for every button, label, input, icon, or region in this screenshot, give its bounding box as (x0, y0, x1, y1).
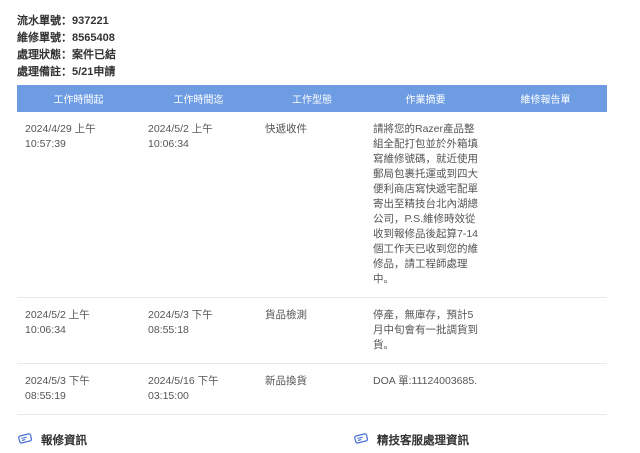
repair-number-value: 8565408 (72, 32, 115, 44)
cell-report (484, 298, 607, 364)
remark-value: 5/21申請 (72, 66, 115, 78)
table-row: 2024/4/29 上午 10:57:39 2024/5/2 上午 10:06:… (17, 112, 607, 298)
detail-sections: 報修資訊 報修日期 商品型號 精技客服處理資訊 (17, 430, 640, 453)
cell-summary: DOA 單:11124003685. (367, 364, 484, 415)
column-header-summary: 作業摘要 (367, 85, 484, 112)
table-row: 2024/5/2 上午 10:06:34 2024/5/3 下午 08:55:1… (17, 298, 607, 364)
cell-work-type: 快遞收件 (257, 112, 367, 298)
table-header-row: 工作時間起 工作時間迄 工作型態 作業摘要 維修報告單 (17, 85, 607, 112)
serial-number-label: 流水單號 (17, 15, 61, 27)
column-header-report: 維修報告單 (484, 85, 607, 112)
memo-icon (353, 430, 369, 449)
remark-label: 處理備註 (17, 66, 61, 78)
status-value: 案件已結 (72, 49, 116, 61)
status-line: 處理狀態：案件已結 (17, 47, 640, 64)
repair-number-label: 維修單號 (17, 32, 61, 44)
cell-start-time: 2024/4/29 上午 10:57:39 (17, 112, 140, 298)
cell-end-time: 2024/5/3 下午 08:55:18 (140, 298, 257, 364)
cell-work-type: 貨品檢測 (257, 298, 367, 364)
cell-start-time: 2024/5/2 上午 10:06:34 (17, 298, 140, 364)
serial-number-value: 937221 (72, 15, 109, 27)
column-header-end-time: 工作時間迄 (140, 85, 257, 112)
cell-end-time: 2024/5/2 上午 10:06:34 (140, 112, 257, 298)
colon: ： (61, 32, 72, 44)
colon: ： (61, 66, 72, 78)
cell-summary: 停產，無庫存，預計5月中旬會有一批調貨到貨。 (367, 298, 484, 364)
serial-number-line: 流水單號：937221 (17, 13, 640, 30)
cell-summary: 請將您的Razer產品整組全配打包並於外箱填寫維修號碼，就近使用郵局包裹托運或到… (367, 112, 484, 298)
column-header-work-type: 工作型態 (257, 85, 367, 112)
colon: ： (61, 49, 72, 61)
service-info-title-text: 精技客服處理資訊 (377, 432, 469, 448)
service-info-title: 精技客服處理資訊 (353, 430, 613, 449)
table-row: 2024/5/3 下午 08:55:19 2024/5/16 下午 03:15:… (17, 364, 607, 415)
colon: ： (61, 15, 72, 27)
column-header-start-time: 工作時間起 (17, 85, 140, 112)
repair-info-title: 報修資訊 (17, 430, 277, 449)
repair-info-title-text: 報修資訊 (41, 432, 87, 448)
order-summary: 流水單號：937221 維修單號：8565408 處理狀態：案件已結 處理備註：… (0, 0, 640, 81)
cell-start-time: 2024/5/3 下午 08:55:19 (17, 364, 140, 415)
status-label: 處理狀態 (17, 49, 61, 61)
cell-report (484, 364, 607, 415)
work-log-table: 工作時間起 工作時間迄 工作型態 作業摘要 維修報告單 2024/4/29 上午… (17, 85, 607, 415)
service-info-section: 精技客服處理資訊 SR維修單 品號 (353, 430, 613, 453)
cell-work-type: 新品換貨 (257, 364, 367, 415)
cell-report (484, 112, 607, 298)
memo-icon (17, 430, 33, 449)
remark-line: 處理備註：5/21申請 (17, 64, 640, 81)
repair-number-line: 維修單號：8565408 (17, 30, 640, 47)
repair-info-section: 報修資訊 報修日期 商品型號 (17, 430, 277, 453)
cell-end-time: 2024/5/16 下午 03:15:00 (140, 364, 257, 415)
